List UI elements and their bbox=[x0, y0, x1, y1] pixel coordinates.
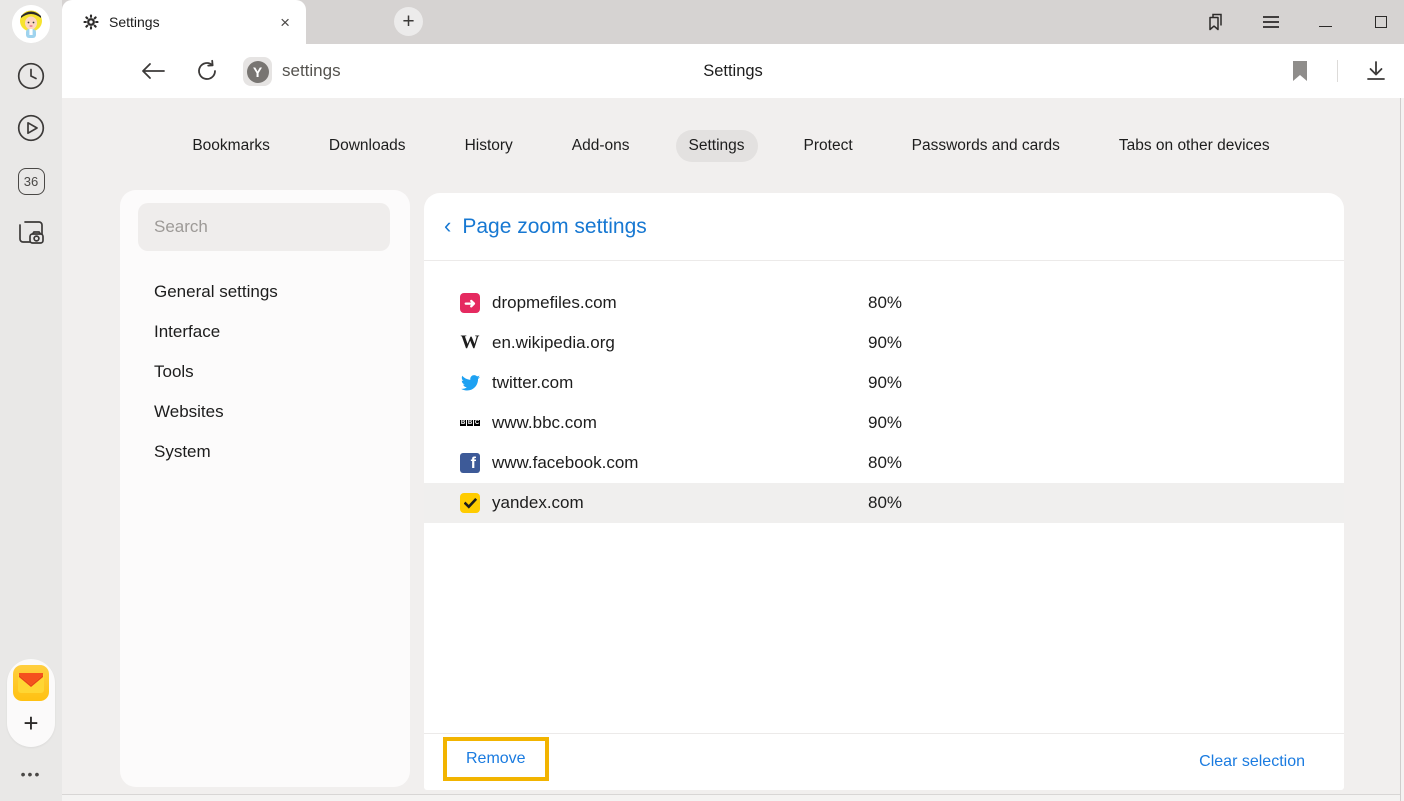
nav-add-ons[interactable]: Add-ons bbox=[559, 130, 643, 162]
selected-checkbox-icon[interactable] bbox=[460, 493, 480, 513]
facebook-favicon: f bbox=[460, 453, 480, 473]
site-zoom-value: 90% bbox=[868, 413, 902, 433]
site-domain: en.wikipedia.org bbox=[492, 333, 615, 353]
side-rail: 36 + ••• bbox=[0, 0, 62, 801]
site-zoom-value: 90% bbox=[868, 333, 902, 353]
site-domain: yandex.com bbox=[492, 493, 584, 513]
back-icon[interactable] bbox=[138, 56, 168, 86]
sidebar-item-tools[interactable]: Tools bbox=[120, 352, 410, 392]
rail-quick-actions: + bbox=[7, 659, 55, 747]
new-tab-button[interactable]: + bbox=[394, 7, 423, 36]
site-domain: www.facebook.com bbox=[492, 453, 638, 473]
gear-icon bbox=[82, 13, 100, 31]
reload-icon[interactable] bbox=[192, 56, 222, 86]
settings-sidebar-list: General settings Interface Tools Website… bbox=[120, 272, 410, 472]
sidebar-item-websites[interactable]: Websites bbox=[120, 392, 410, 432]
nav-history[interactable]: History bbox=[452, 130, 526, 162]
search-input[interactable] bbox=[138, 203, 390, 251]
horizontal-scrollbar[interactable] bbox=[62, 794, 1400, 801]
browser-tab-settings[interactable]: Settings × bbox=[62, 0, 306, 44]
user-avatar[interactable] bbox=[12, 5, 50, 43]
site-domain: www.bbc.com bbox=[492, 413, 597, 433]
site-badge[interactable]: Y bbox=[243, 57, 272, 86]
remove-button-highlight: Remove bbox=[443, 737, 549, 781]
dropmefiles-favicon: ➜ bbox=[460, 293, 480, 313]
download-icon[interactable] bbox=[1361, 56, 1391, 86]
page-zoom-settings-card: ‹ Page zoom settings ➜ dropmefiles.com 8… bbox=[424, 193, 1344, 790]
bbc-favicon: BBC bbox=[460, 413, 480, 433]
tab-bar: Settings × + ✕ bbox=[62, 0, 1404, 44]
sidebar-item-general-settings[interactable]: General settings bbox=[120, 272, 410, 312]
address-bar-url[interactable]: settings bbox=[282, 44, 341, 98]
site-row-yandex-selected[interactable]: yandex.com 80% bbox=[424, 483, 1344, 523]
sidebar-item-interface[interactable]: Interface bbox=[120, 312, 410, 352]
nav-tabs-on-other-devices[interactable]: Tabs on other devices bbox=[1106, 130, 1283, 162]
tab-close-icon[interactable]: × bbox=[280, 14, 290, 31]
settings-nav: Bookmarks Downloads History Add-ons Sett… bbox=[62, 98, 1400, 193]
site-row-twitter[interactable]: twitter.com 90% bbox=[424, 363, 1344, 403]
sidebar-item-system[interactable]: System bbox=[120, 432, 410, 472]
site-zoom-value: 80% bbox=[868, 293, 902, 313]
rail-more-icon[interactable]: ••• bbox=[0, 766, 62, 782]
zoom-panel-footer: Remove Clear selection bbox=[424, 733, 1344, 790]
twitter-favicon bbox=[460, 373, 480, 393]
window-minimize-icon[interactable] bbox=[1304, 0, 1346, 44]
tab-counter-badge[interactable]: 36 bbox=[14, 164, 48, 198]
back-chevron-icon[interactable]: ‹ bbox=[444, 215, 451, 237]
rail-add-icon[interactable]: + bbox=[13, 705, 49, 741]
bookmark-icon[interactable] bbox=[1285, 56, 1315, 86]
nav-passwords-and-cards[interactable]: Passwords and cards bbox=[899, 130, 1073, 162]
site-domain: twitter.com bbox=[492, 373, 573, 393]
zoom-site-list: ➜ dropmefiles.com 80% W en.wikipedia.org… bbox=[424, 283, 1344, 523]
remove-button[interactable]: Remove bbox=[466, 750, 526, 768]
toolbar-divider bbox=[1337, 60, 1338, 82]
nav-downloads[interactable]: Downloads bbox=[316, 130, 419, 162]
vertical-scrollbar[interactable] bbox=[1400, 98, 1404, 801]
bbc-letter: B bbox=[467, 420, 473, 426]
history-icon[interactable] bbox=[14, 59, 48, 93]
site-zoom-value: 80% bbox=[868, 493, 902, 513]
page-title: Page zoom settings bbox=[462, 215, 646, 239]
nav-settings[interactable]: Settings bbox=[676, 130, 758, 162]
tab-title: Settings bbox=[109, 14, 280, 30]
nav-bookmarks[interactable]: Bookmarks bbox=[179, 130, 283, 162]
yandex-mail-icon[interactable] bbox=[13, 665, 49, 701]
site-row-dropmefiles[interactable]: ➜ dropmefiles.com 80% bbox=[424, 283, 1344, 323]
yandex-y-icon: Y bbox=[247, 61, 269, 83]
site-row-bbc[interactable]: BBC www.bbc.com 90% bbox=[424, 403, 1344, 443]
avatar-illustration bbox=[12, 5, 50, 43]
menu-icon[interactable] bbox=[1250, 0, 1292, 44]
settings-sidebar: General settings Interface Tools Website… bbox=[120, 190, 410, 787]
browser-toolbar: Y settings Settings bbox=[62, 44, 1404, 98]
bbc-letter: C bbox=[474, 420, 480, 426]
site-row-wikipedia[interactable]: W en.wikipedia.org 90% bbox=[424, 323, 1344, 363]
wikipedia-favicon: W bbox=[460, 333, 480, 353]
tab-counter-value: 36 bbox=[18, 168, 45, 195]
site-row-facebook[interactable]: f www.facebook.com 80% bbox=[424, 443, 1344, 483]
page-zoom-settings-header[interactable]: ‹ Page zoom settings bbox=[424, 193, 1344, 261]
site-zoom-value: 80% bbox=[868, 453, 902, 473]
screenshot-icon[interactable] bbox=[14, 215, 48, 249]
bbc-letter: B bbox=[460, 420, 466, 426]
clear-selection-button[interactable]: Clear selection bbox=[1199, 753, 1305, 771]
site-domain: dropmefiles.com bbox=[492, 293, 617, 313]
window-maximize-icon[interactable] bbox=[1360, 0, 1402, 44]
video-play-icon[interactable] bbox=[14, 111, 48, 145]
site-zoom-value: 90% bbox=[868, 373, 902, 393]
collections-icon[interactable] bbox=[1195, 0, 1237, 44]
nav-protect[interactable]: Protect bbox=[791, 130, 866, 162]
